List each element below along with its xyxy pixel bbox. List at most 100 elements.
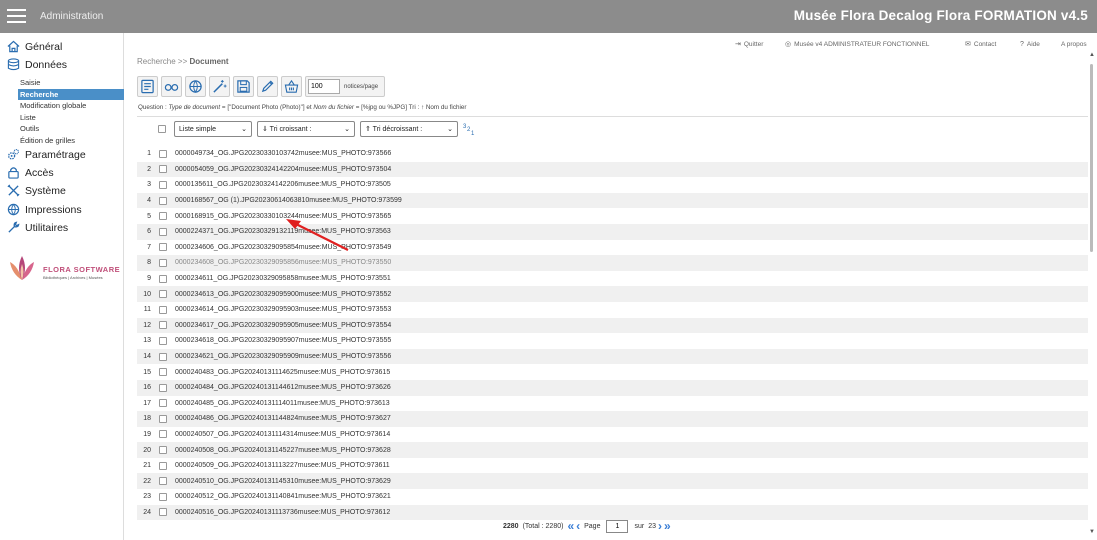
list-item[interactable]: 9 0000234611_OG.JPG20230329095858musee:MU… [137, 270, 1088, 287]
row-checkbox[interactable] [159, 227, 167, 236]
scroll-down-icon[interactable]: ▼ [1088, 529, 1096, 537]
list-mode-select[interactable]: Liste simple ⌄ [174, 121, 252, 137]
user-link[interactable]: ◎ Musée v4 ADMINISTRATEUR FONCTIONNEL [785, 39, 929, 49]
row-checkbox[interactable] [159, 461, 167, 470]
vertical-scrollbar[interactable]: ▲ ▼ [1088, 52, 1096, 537]
list-item[interactable]: 20 0000240508_OG.JPG20240131145227musee:M… [137, 442, 1088, 458]
submenu-item-liste[interactable]: Liste [18, 112, 124, 124]
sidebar-item-utilitaires[interactable]: Utilitaires [7, 221, 68, 234]
basket-button[interactable] [281, 76, 302, 97]
list-view-button[interactable] [137, 76, 158, 97]
list-item[interactable]: 11 0000234614_OG.JPG20230329095903musee:M… [137, 301, 1088, 318]
row-checkbox[interactable] [159, 430, 167, 439]
admin-label[interactable]: Administration [40, 11, 103, 22]
row-checkbox[interactable] [159, 446, 167, 455]
row-checkbox[interactable] [159, 492, 167, 501]
list-item[interactable]: 3 0000135611_OG.JPG20230324142206musee:MU… [137, 177, 1088, 193]
record-link[interactable]: 0000224371_OG.JPG20230329132119musee:MUS… [175, 228, 391, 235]
sort-asc-select[interactable]: ⇓ Tri croissant : ⌄ [257, 121, 355, 137]
submenu-item-edition-grilles[interactable]: Édition de grilles [18, 135, 124, 147]
submenu-item-modification-globale[interactable]: Modification globale [18, 100, 124, 112]
row-checkbox[interactable] [159, 165, 167, 174]
row-checkbox[interactable] [159, 414, 167, 423]
sidebar-item-systeme[interactable]: Système [7, 184, 66, 197]
list-item[interactable]: 14 0000234621_OG.JPG20230329095909musee:M… [137, 348, 1088, 365]
record-link[interactable]: 0000240508_OG.JPG20240131145227musee:MUS… [175, 447, 391, 454]
record-link[interactable]: 0000240483_OG.JPG20240131114625musee:MUS… [175, 369, 390, 376]
list-item[interactable]: 15 0000240483_OG.JPG20240131114625musee:M… [137, 364, 1088, 380]
row-checkbox[interactable] [159, 212, 167, 221]
row-checkbox[interactable] [159, 321, 167, 330]
next-page-icon[interactable]: › [658, 519, 662, 533]
prev-page-icon[interactable]: ‹ [576, 519, 580, 533]
record-link[interactable]: 0000234618_OG.JPG20230329095907musee:MUS… [175, 337, 391, 344]
row-checkbox[interactable] [159, 196, 167, 205]
record-link[interactable]: 0000234621_OG.JPG20230329095909musee:MUS… [175, 353, 391, 360]
submenu-item-saisie[interactable]: Saisie [18, 77, 124, 89]
row-checkbox[interactable] [159, 368, 167, 377]
list-item[interactable]: 1 0000049734_OG.JPG20230330103742musee:MU… [137, 146, 1088, 162]
record-link[interactable]: 0000240485_OG.JPG20240131114011musee:MUS… [175, 400, 390, 407]
record-link[interactable]: 0000234614_OG.JPG20230329095903musee:MUS… [175, 306, 391, 313]
row-checkbox[interactable] [159, 399, 167, 408]
last-page-icon[interactable]: » [664, 519, 671, 533]
select-all-checkbox[interactable] [158, 125, 166, 133]
record-link[interactable]: 0000234606_OG.JPG20230329095854musee:MUS… [175, 244, 391, 251]
first-page-icon[interactable]: « [567, 519, 574, 533]
save-button[interactable] [233, 76, 254, 97]
list-item[interactable]: 7 0000234606_OG.JPG20230329095854musee:MU… [137, 239, 1088, 256]
list-item[interactable]: 12 0000234617_OG.JPG20230329095905musee:M… [137, 317, 1088, 334]
list-item[interactable]: 5 0000168915_OG.JPG20230330103244musee:MU… [137, 208, 1088, 224]
row-checkbox[interactable] [159, 352, 167, 361]
sidebar-item-donnees[interactable]: Données [7, 58, 67, 71]
record-link[interactable]: 0000240486_OG.JPG20240131144824musee:MUS… [175, 415, 391, 422]
list-item[interactable]: 21 0000240509_OG.JPG20240131113227musee:M… [137, 457, 1088, 474]
hamburger-menu-icon[interactable] [7, 9, 26, 24]
per-page-input[interactable] [308, 79, 340, 94]
record-link[interactable]: 0000234617_OG.JPG20230329095905musee:MUS… [175, 322, 391, 329]
row-checkbox[interactable] [159, 274, 167, 283]
row-checkbox[interactable] [159, 508, 167, 517]
scroll-thumb[interactable] [1090, 64, 1093, 252]
record-link[interactable]: 0000234608_OG.JPG20230329095856musee:MUS… [175, 259, 391, 266]
record-link[interactable]: 0000240484_OG.JPG20240131144612musee:MUS… [175, 384, 391, 391]
row-checkbox[interactable] [159, 305, 167, 314]
list-item[interactable]: 2 0000054059_OG.JPG20230324142204musee:MU… [137, 161, 1088, 178]
list-item[interactable]: 18 0000240486_OG.JPG20240131144824musee:M… [137, 411, 1088, 427]
record-link[interactable]: 0000240510_OG.JPG20240131145310musee:MUS… [175, 478, 391, 485]
record-link[interactable]: 0000240509_OG.JPG20240131113227musee:MUS… [175, 462, 390, 469]
row-checkbox[interactable] [159, 258, 167, 267]
submenu-item-outils[interactable]: Outils [18, 123, 124, 135]
sidebar-item-impressions[interactable]: Impressions [7, 203, 82, 216]
row-checkbox[interactable] [159, 336, 167, 345]
web-button[interactable] [185, 76, 206, 97]
record-link[interactable]: 0000240507_OG.JPG20240131114314musee:MUS… [175, 431, 390, 438]
row-checkbox[interactable] [159, 383, 167, 392]
record-link[interactable]: 0000240512_OG.JPG20240131140841musee:MUS… [175, 493, 391, 500]
list-item[interactable]: 17 0000240485_OG.JPG20240131114011musee:M… [137, 395, 1088, 412]
row-checkbox[interactable] [159, 149, 167, 158]
list-item[interactable]: 10 0000234613_OG.JPG20230329095900musee:M… [137, 286, 1088, 302]
help-link[interactable]: ? Aide [1020, 39, 1040, 49]
about-link[interactable]: A propos [1061, 39, 1087, 49]
row-checkbox[interactable] [159, 180, 167, 189]
record-link[interactable]: 0000168915_OG.JPG20230330103244musee:MUS… [175, 213, 391, 220]
record-link[interactable]: 0000240516_OG.JPG20240131113736musee:MUS… [175, 509, 390, 516]
sidebar-item-acces[interactable]: Accès [7, 166, 54, 179]
list-item[interactable]: 24 0000240516_OG.JPG20240131113736musee:M… [137, 504, 1088, 521]
sidebar-item-general[interactable]: Général [7, 40, 62, 53]
contact-link[interactable]: ✉ Contact [965, 39, 996, 49]
record-link[interactable]: 0000049734_OG.JPG20230330103742musee:MUS… [175, 150, 391, 157]
quit-link[interactable]: ⇥ Quitter [735, 39, 763, 49]
list-item[interactable]: 6 0000224371_OG.JPG20230329132119musee:MU… [137, 223, 1088, 240]
list-item[interactable]: 8 0000234608_OG.JPG20230329095856musee:MU… [137, 255, 1088, 271]
list-item[interactable]: 4 0000168567_OG (1).JPG20230614063810muse… [137, 192, 1088, 209]
row-checkbox[interactable] [159, 290, 167, 299]
magic-button[interactable] [209, 76, 230, 97]
list-item[interactable]: 13 0000234618_OG.JPG20230329095907musee:M… [137, 333, 1088, 349]
list-item[interactable]: 16 0000240484_OG.JPG20240131144612musee:M… [137, 379, 1088, 396]
record-link[interactable]: 0000135611_OG.JPG20230324142206musee:MUS… [175, 181, 391, 188]
record-link[interactable]: 0000054059_OG.JPG20230324142204musee:MUS… [175, 166, 391, 173]
sidebar-item-parametrage[interactable]: Paramétrage [7, 148, 86, 161]
row-checkbox[interactable] [159, 243, 167, 252]
